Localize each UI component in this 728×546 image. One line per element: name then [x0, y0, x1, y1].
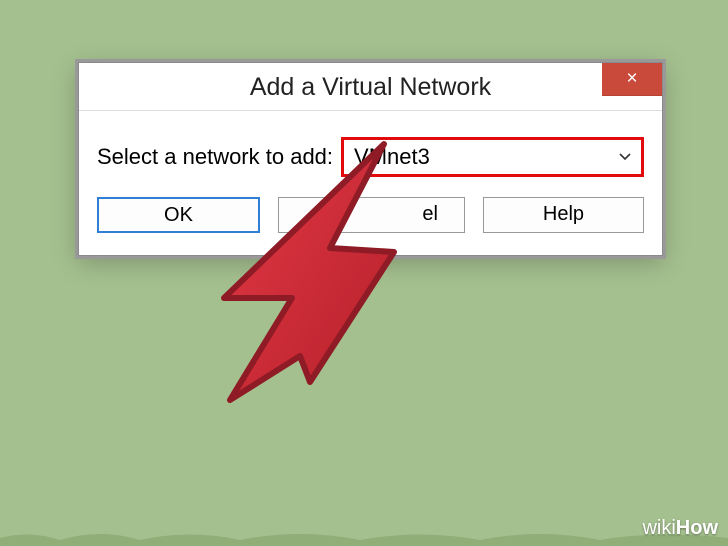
button-label: OK: [164, 204, 193, 226]
dialog-title: Add a Virtual Network: [250, 73, 491, 101]
add-virtual-network-dialog: Add a Virtual Network × Select a network…: [78, 62, 663, 256]
network-dropdown[interactable]: VMnet3: [341, 137, 644, 177]
chevron-down-icon: [619, 151, 631, 163]
watermark: wikiHow: [642, 517, 718, 540]
content-row: Select a network to add: VMnet3: [79, 111, 662, 191]
button-label: el: [422, 203, 438, 225]
decorative-grass: [0, 528, 728, 546]
close-icon: ×: [626, 68, 637, 89]
button-label: Help: [543, 203, 584, 225]
help-button[interactable]: Help: [483, 197, 644, 233]
cancel-button[interactable]: el: [278, 197, 465, 233]
ok-button[interactable]: OK: [97, 197, 260, 233]
watermark-prefix: wiki: [642, 517, 675, 539]
titlebar: Add a Virtual Network ×: [79, 63, 662, 111]
button-row: OK el Help: [79, 191, 662, 255]
select-network-label: Select a network to add:: [97, 144, 333, 170]
dropdown-value: VMnet3: [354, 144, 430, 169]
watermark-suffix: How: [676, 517, 718, 539]
close-button[interactable]: ×: [602, 63, 662, 96]
